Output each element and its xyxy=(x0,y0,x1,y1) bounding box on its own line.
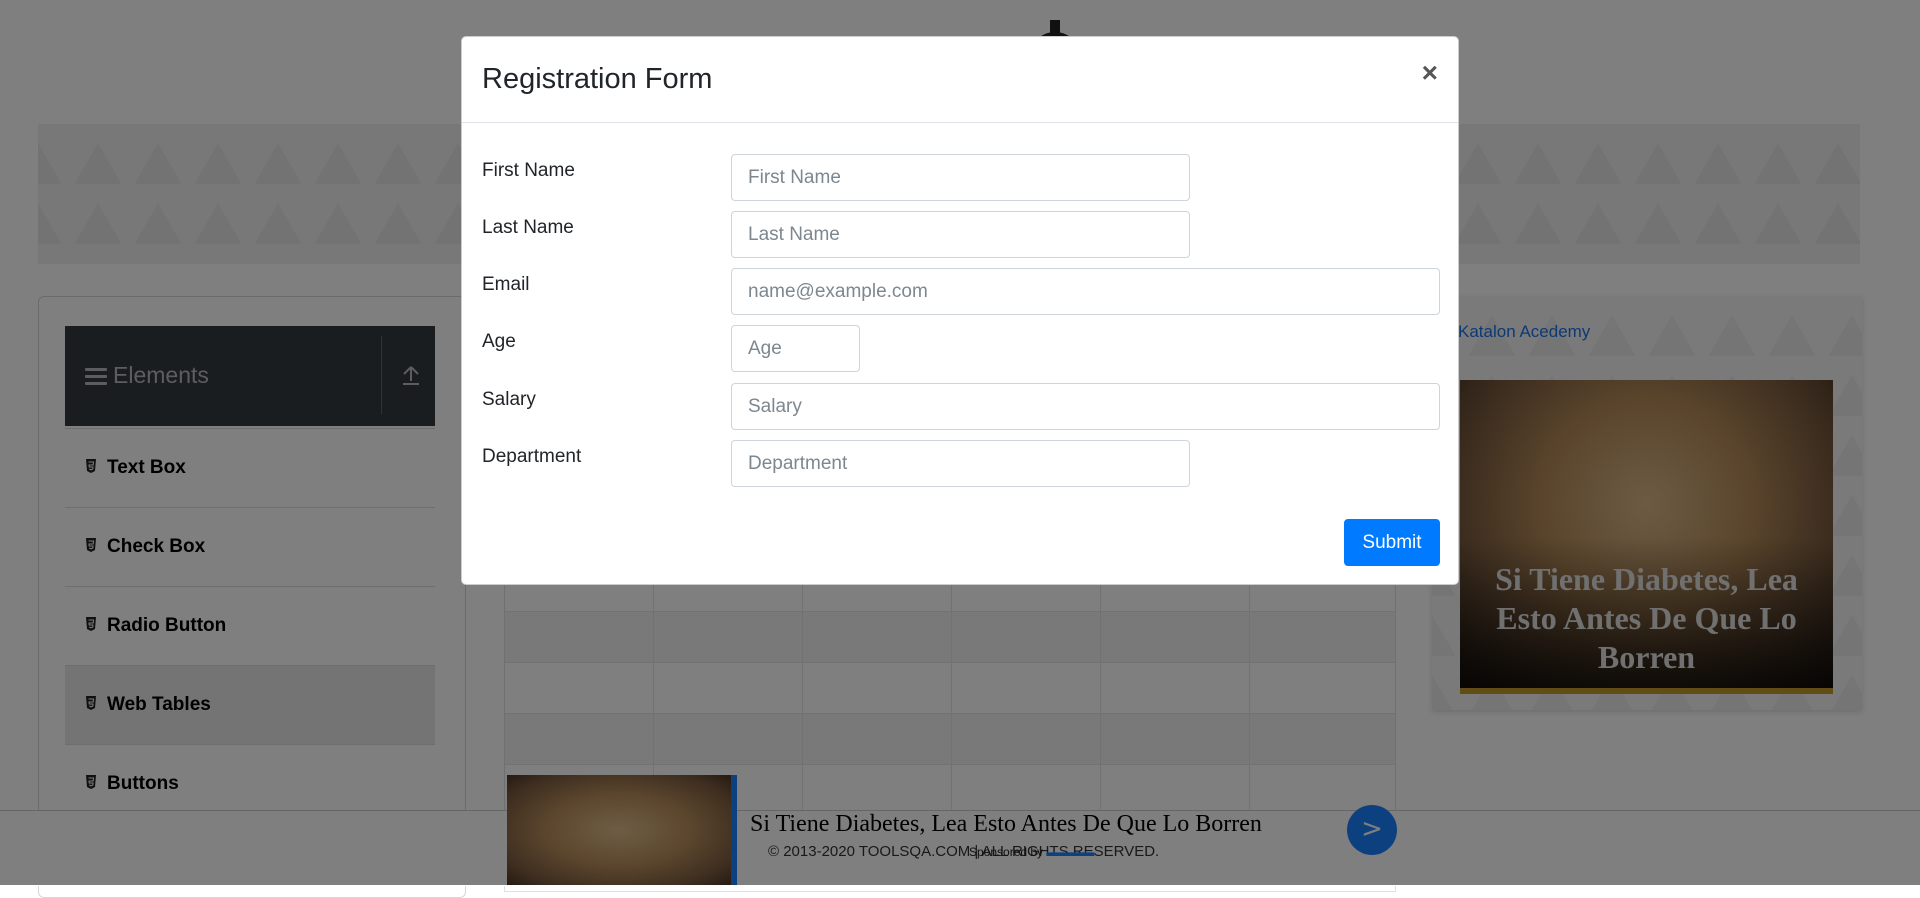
submit-button[interactable]: Submit xyxy=(1344,519,1440,566)
age-row: Age xyxy=(482,325,1442,373)
first-name-label: First Name xyxy=(482,160,575,181)
age-input[interactable] xyxy=(731,325,860,372)
registration-form-modal: Registration Form × First Name Last Name… xyxy=(461,36,1459,585)
department-input[interactable] xyxy=(731,440,1190,487)
last-name-row: Last Name xyxy=(482,211,1442,259)
modal-title: Registration Form xyxy=(482,63,713,95)
modal-header: Registration Form × xyxy=(462,37,1458,123)
email-input[interactable] xyxy=(731,268,1440,315)
department-row: Department xyxy=(482,440,1442,488)
salary-input[interactable] xyxy=(731,383,1440,430)
close-icon[interactable]: × xyxy=(1422,59,1438,87)
salary-row: Salary xyxy=(482,383,1442,431)
email-label: Email xyxy=(482,274,530,295)
salary-label: Salary xyxy=(482,389,536,410)
email-row: Email xyxy=(482,268,1442,316)
first-name-input[interactable] xyxy=(731,154,1190,201)
department-label: Department xyxy=(482,446,582,467)
first-name-row: First Name xyxy=(482,154,1442,202)
last-name-input[interactable] xyxy=(731,211,1190,258)
age-label: Age xyxy=(482,331,516,352)
last-name-label: Last Name xyxy=(482,217,574,238)
